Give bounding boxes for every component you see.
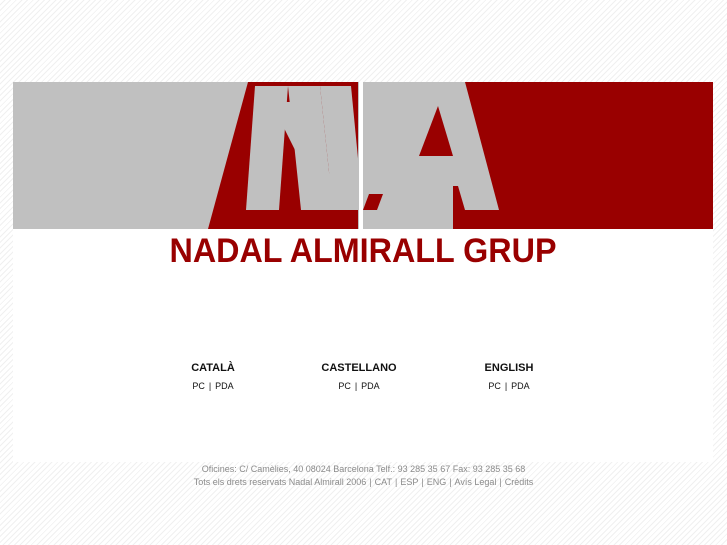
castellano-pda-link[interactable]: PDA [361,381,380,391]
logo-letter-n [246,86,363,210]
language-title-catala[interactable]: CATALÀ [143,362,283,374]
english-pda-link[interactable]: PDA [511,381,530,391]
catala-pc-link[interactable]: PC [192,381,205,391]
main-panel: NADAL ALMIRALL GRUP CATALÀ PC | PDA CASTEL… [13,82,713,462]
language-castellano: CASTELLANO PC | PDA [289,362,429,391]
footer-separator: | [394,477,398,487]
footer-link-legal[interactable]: Avís Legal [455,477,497,487]
footer-link-cat[interactable]: CAT [375,477,392,487]
footer-separator: | [421,477,424,487]
separator: | [354,381,358,391]
brand-name: NADAL ALMIRALL GRUP [169,232,557,270]
language-english: ENGLISH PC | PDA [439,362,579,391]
language-title-castellano[interactable]: CASTELLANO [289,362,429,374]
version-links-catala: PC | PDA [143,381,283,391]
catala-pda-link[interactable]: PDA [215,381,234,391]
footer-separator: | [449,477,452,487]
footer-rights-line: Tots els drets reservats Nadal Almirall … [0,476,727,489]
english-pc-link[interactable]: PC [488,381,501,391]
castellano-pc-link[interactable]: PC [338,381,351,391]
language-catala: CATALÀ PC | PDA [143,362,283,391]
footer-separator: | [369,477,372,487]
version-links-english: PC | PDA [439,381,579,391]
logo-gap [359,82,363,229]
separator: | [208,381,212,391]
footer-link-esp[interactable]: ESP [400,477,418,487]
footer: Oficines: C/ Camèlies, 40 08024 Barcelon… [0,463,727,489]
version-links-castellano: PC | PDA [289,381,429,391]
separator: | [504,381,508,391]
na-logo [13,82,713,229]
footer-link-credits[interactable]: Crèdits [505,477,534,487]
logo-banner [13,82,713,229]
footer-link-eng[interactable]: ENG [427,477,447,487]
language-title-english[interactable]: ENGLISH [439,362,579,374]
footer-separator: | [499,477,502,487]
footer-address: Oficines: C/ Camèlies, 40 08024 Barcelon… [201,464,526,474]
footer-rights: Tots els drets reservats Nadal Almirall … [193,477,367,487]
